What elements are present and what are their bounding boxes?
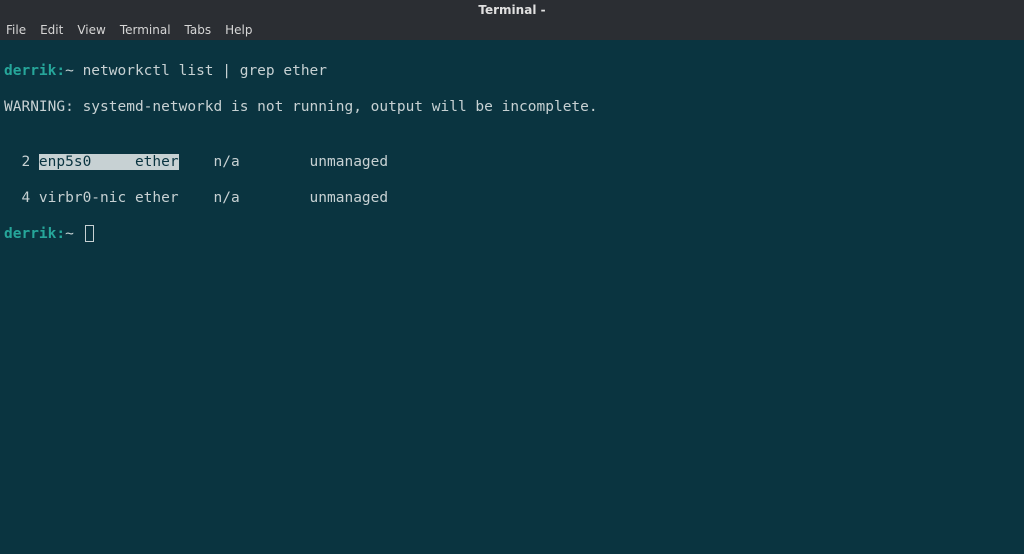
menu-help[interactable]: Help xyxy=(225,23,252,37)
menu-tabs[interactable]: Tabs xyxy=(185,23,212,37)
prompt-host: derrik: xyxy=(4,63,65,79)
row1-index: 2 xyxy=(4,154,39,170)
prompt-path: ~ xyxy=(65,63,82,79)
terminal-output[interactable]: derrik:~ networkctl list | grep ether WA… xyxy=(0,40,1024,266)
row1-rest: n/a unmanaged xyxy=(179,154,389,170)
menu-file[interactable]: File xyxy=(6,23,26,37)
row1-selection: enp5s0 ether xyxy=(39,154,179,170)
prompt-path-2: ~ xyxy=(65,226,82,242)
menubar: File Edit View Terminal Tabs Help xyxy=(0,20,1024,40)
menu-terminal[interactable]: Terminal xyxy=(120,23,171,37)
output-row-1: 2 enp5s0 ether n/a unmanaged xyxy=(4,153,1020,171)
cursor xyxy=(85,225,94,242)
menu-edit[interactable]: Edit xyxy=(40,23,63,37)
output-warning: WARNING: systemd-networkd is not running… xyxy=(4,98,1020,116)
prompt-host-2: derrik: xyxy=(4,226,65,242)
menu-view[interactable]: View xyxy=(77,23,105,37)
window-title: Terminal - xyxy=(478,3,545,17)
output-row-2: 4 virbr0-nic ether n/a unmanaged xyxy=(4,189,1020,207)
window-titlebar: Terminal - xyxy=(0,0,1024,20)
command-text: networkctl list | grep ether xyxy=(83,63,327,79)
